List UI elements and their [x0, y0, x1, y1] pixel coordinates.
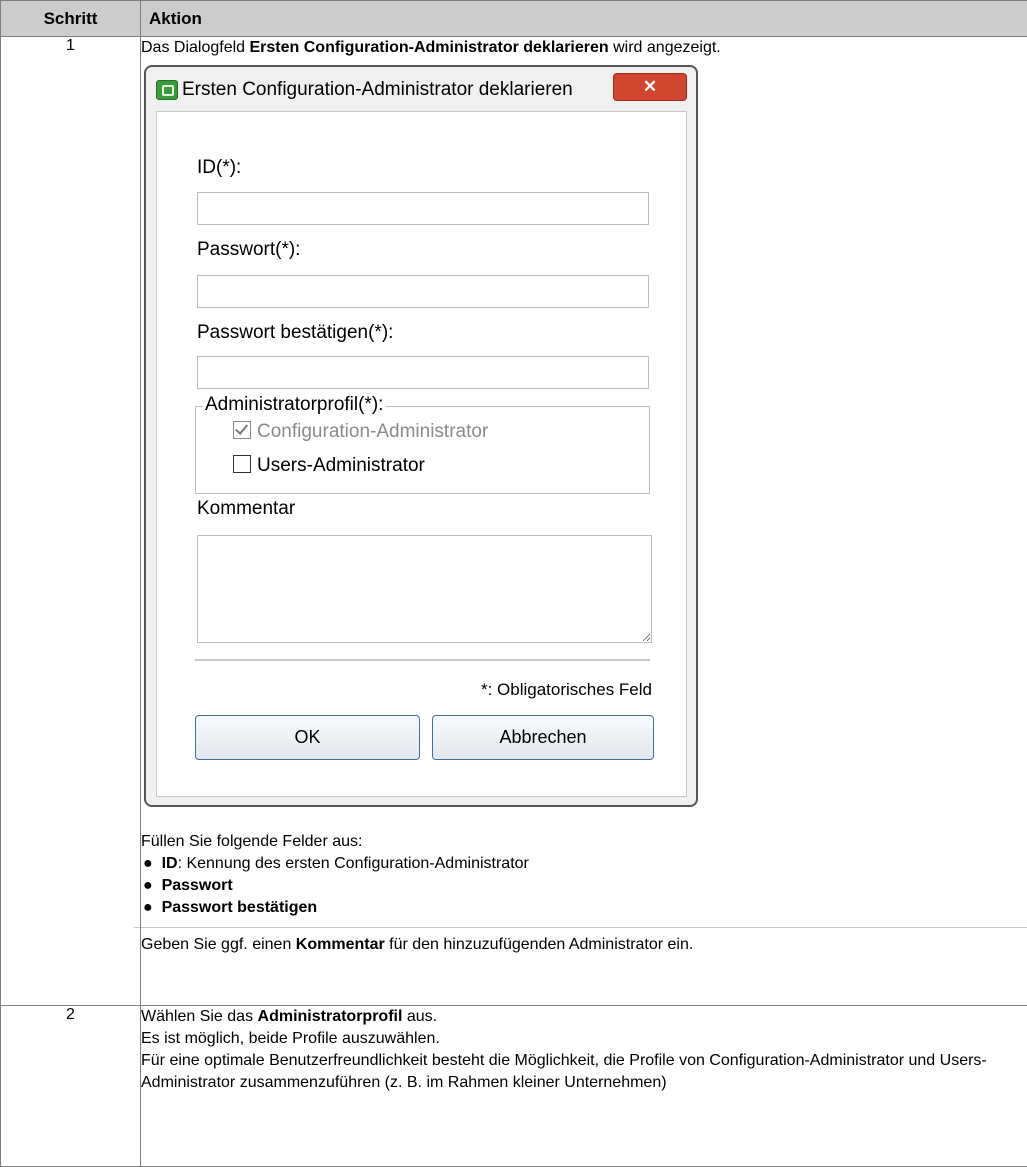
bullet-icon: ● — [143, 899, 153, 916]
line1-before: Wählen Sie das — [141, 1008, 258, 1025]
action-cell: Wählen Sie das Administratorprofil aus. … — [140, 1005, 1027, 1167]
bullet-bold: ID — [161, 855, 178, 872]
comment-label: Kommentar — [197, 498, 296, 519]
step-number: 1 — [0, 36, 141, 1006]
intro-before: Das Dialogfeld — [141, 39, 250, 56]
users-admin-label: Users-Administrator — [257, 455, 425, 476]
fill-fields-text: Füllen Sie folgende Felder aus: — [141, 833, 363, 850]
close-icon: ✕ — [642, 77, 658, 96]
declare-admin-dialog: Ersten Configuration-Administrator dekla… — [144, 65, 698, 807]
merge-profiles-text: Für eine optimale Benutzerfreundlichkeit… — [141, 1052, 987, 1091]
intro-dialog-name: Ersten Configuration-Administrator dekla… — [249, 39, 609, 56]
table-row: 1 Das Dialogfeld Ersten Configuration-Ad… — [0, 36, 1027, 1006]
separator — [195, 659, 650, 661]
table-header-row: Schritt Aktion — [0, 0, 1027, 37]
action-cell: Das Dialogfeld Ersten Configuration-Admi… — [134, 36, 1027, 1006]
list-item: ● Passwort bestätigen — [143, 897, 1027, 919]
app-icon — [156, 80, 178, 100]
comment-note: Geben Sie ggf. einen Kommentar für den h… — [141, 934, 1027, 956]
dialog-titlebar: Ersten Configuration-Administrator dekla… — [146, 67, 696, 111]
header-action: Aktion — [140, 0, 1027, 37]
dialog-title: Ersten Configuration-Administrator dekla… — [182, 79, 573, 100]
comment-textarea[interactable] — [197, 535, 652, 643]
dialog-body: ID(*): Passwort(*): Passwort bestätigen(… — [156, 111, 687, 797]
password-input[interactable] — [197, 275, 649, 308]
bullet-list: ● ID: Kennung des ersten Configuration-A… — [141, 853, 1027, 919]
bullet-bold: Passwort — [161, 877, 233, 894]
bullet-icon: ● — [143, 877, 153, 894]
config-admin-label: Configuration-Administrator — [257, 421, 489, 442]
users-admin-checkbox-row[interactable]: Users-Administrator — [233, 455, 425, 477]
id-label: ID(*): — [197, 157, 242, 178]
intro-after: wird angezeigt. — [608, 39, 721, 56]
step-number: 2 — [0, 1005, 141, 1167]
select-profile-text: Wählen Sie das Administratorprofil aus. — [141, 1006, 1027, 1028]
users-admin-checkbox[interactable] — [233, 455, 251, 473]
comment-note-bold: Kommentar — [295, 936, 385, 953]
comment-note-after: für den hinzuzufügenden Administrator ei… — [384, 936, 694, 953]
ok-button[interactable]: OK — [195, 715, 420, 760]
procedure-table: Schritt Aktion 1 Das Dialogfeld Ersten C… — [0, 0, 1027, 1167]
profile-group-legend: Administratorprofil(*): — [202, 394, 387, 416]
confirm-password-input[interactable] — [197, 356, 649, 389]
bullet-icon: ● — [143, 855, 153, 872]
bullet-bold: Passwort bestätigen — [161, 899, 318, 916]
config-admin-checkbox-row: Configuration-Administrator — [233, 421, 488, 443]
list-item: ● Passwort — [143, 875, 1027, 897]
header-step: Schritt — [0, 0, 141, 37]
intro-text: Das Dialogfeld Ersten Configuration-Admi… — [141, 37, 1027, 59]
password-label: Passwort(*): — [197, 239, 301, 260]
required-note: *: Obligatorisches Feld — [480, 680, 652, 699]
close-button[interactable]: ✕ — [613, 73, 687, 101]
confirm-password-label: Passwort bestätigen(*): — [197, 322, 394, 343]
line1-after: aus. — [402, 1008, 438, 1025]
profile-group — [195, 406, 650, 494]
both-profiles-text: Es ist möglich, beide Profile auszuwähle… — [141, 1030, 440, 1047]
table-row: 2 Wählen Sie das Administratorprofil aus… — [0, 1005, 1027, 1167]
comment-note-before: Geben Sie ggf. einen — [141, 936, 296, 953]
cancel-button[interactable]: Abbrechen — [432, 715, 654, 760]
divider — [134, 927, 1027, 929]
line1-bold: Administratorprofil — [257, 1008, 403, 1025]
id-input[interactable] — [197, 192, 649, 225]
bullet-text: : Kennung des ersten Configuration-Admin… — [177, 855, 529, 872]
list-item: ● ID: Kennung des ersten Configuration-A… — [143, 853, 1027, 875]
config-admin-checkbox — [233, 421, 251, 439]
